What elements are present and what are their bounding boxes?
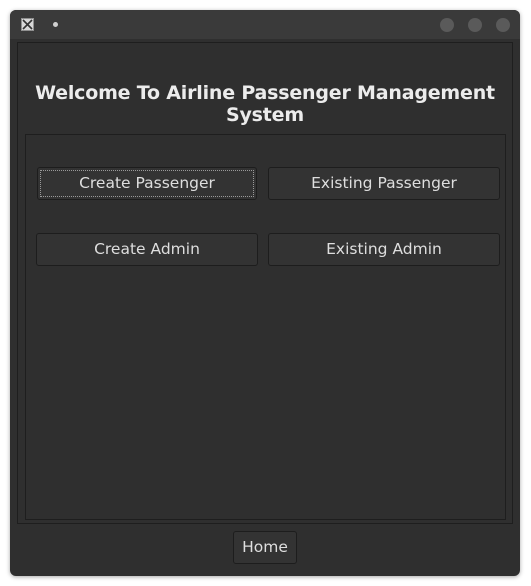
app-window: Welcome To Airline Passenger Management … [10, 10, 520, 576]
minimize-icon[interactable] [440, 18, 454, 32]
title-bar[interactable] [10, 10, 520, 39]
maximize-icon[interactable] [468, 18, 482, 32]
existing-admin-button[interactable]: Existing Admin [268, 233, 500, 266]
existing-passenger-button[interactable]: Existing Passenger [268, 167, 500, 200]
main-content-frame: Welcome To Airline Passenger Management … [17, 42, 513, 524]
create-admin-button[interactable]: Create Admin [36, 233, 258, 266]
close-icon[interactable] [496, 18, 510, 32]
page-title: Welcome To Airline Passenger Management … [35, 82, 495, 126]
title-indicator-dot [53, 22, 58, 27]
home-button[interactable]: Home [233, 531, 297, 564]
button-panel: Create Passenger Existing Passenger Crea… [25, 134, 506, 520]
create-passenger-button[interactable]: Create Passenger [37, 167, 257, 200]
x11-app-icon [21, 18, 34, 31]
